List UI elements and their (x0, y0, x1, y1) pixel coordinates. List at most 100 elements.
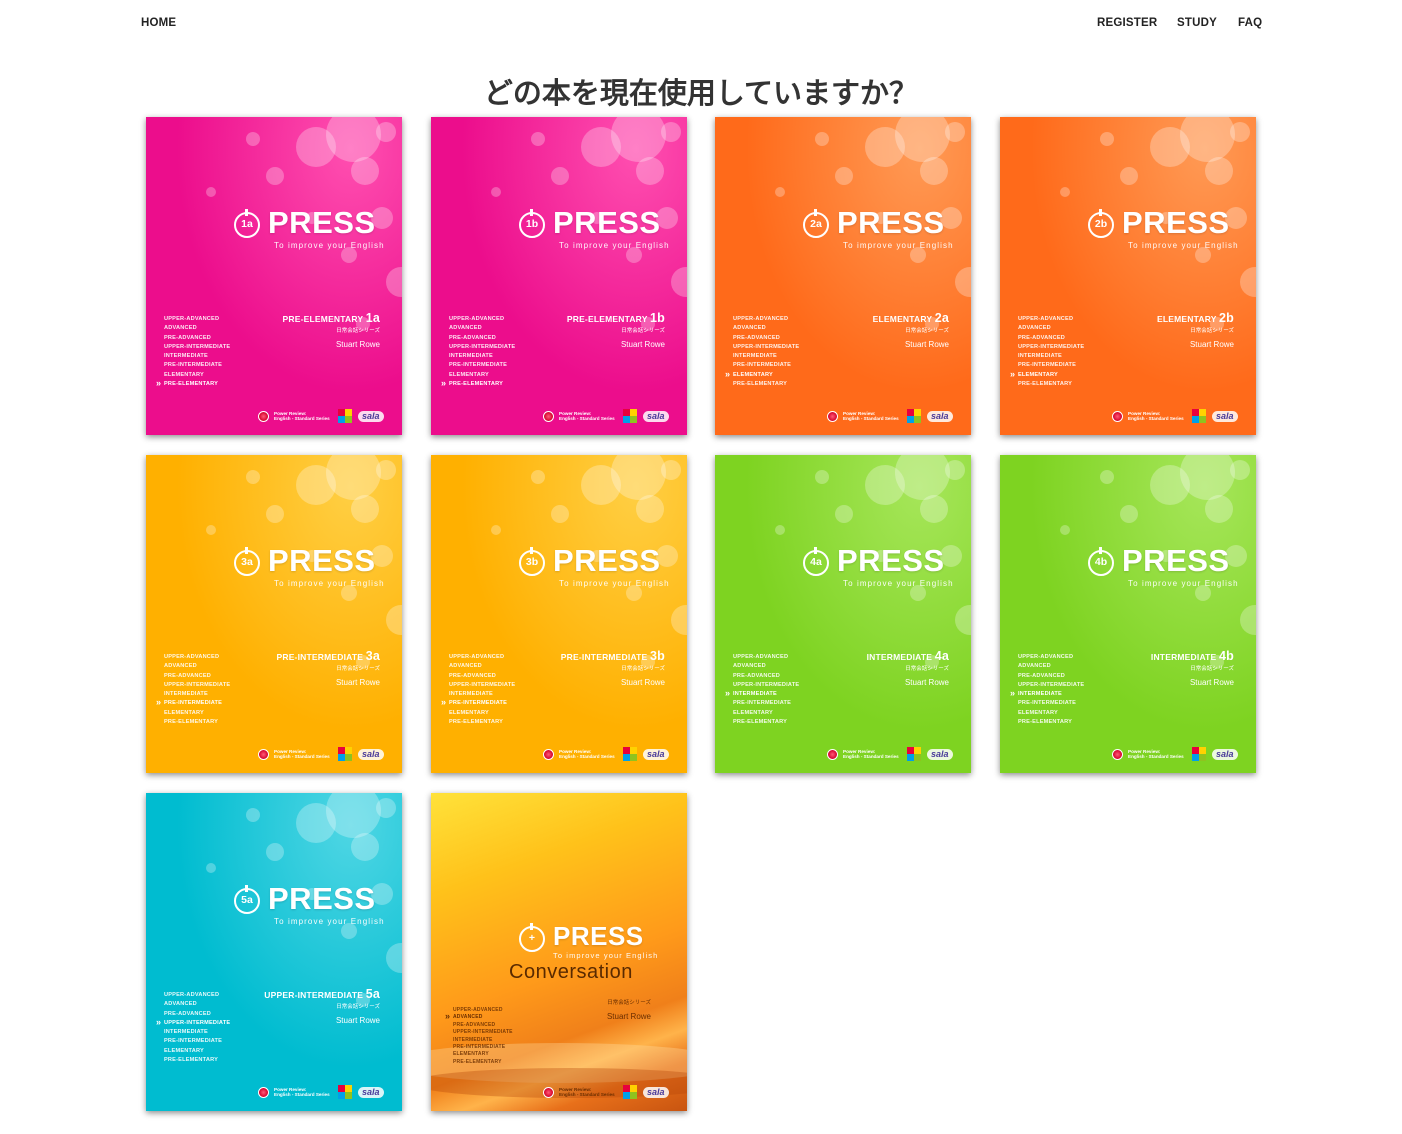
series-name: 日常会話シリーズ (336, 666, 380, 672)
squares-logo-tile (338, 1092, 345, 1099)
level-item: PRE-INTERMEDIATE (733, 362, 792, 369)
series-name: 日常会話シリーズ (1190, 328, 1234, 334)
level-item: ELEMENTARY (1018, 709, 1058, 716)
brand-name: PRESS (553, 921, 644, 951)
book-cover-3b[interactable]: 3b PRESS To improve your English UPPER-ADVA… (431, 455, 687, 773)
bokeh-circle (611, 455, 666, 500)
level-name-text: PRE-INTERMEDIATE (560, 652, 650, 662)
book-cover-1b[interactable]: 1b PRESS To improve your English UPPER-ADVA… (431, 117, 687, 435)
publisher-text: Power Review: English - Standard Series (274, 1087, 330, 1098)
brand-name: PRESS (268, 543, 376, 578)
squares-logo-tile (623, 409, 630, 416)
publisher-icon (258, 411, 269, 422)
level-item: PRE-ELEMENTARY (164, 1057, 219, 1064)
book-cover-2a[interactable]: 2a PRESS To improve your English UPPER-ADVA… (715, 117, 971, 435)
publisher-line-2: English - Standard Series (843, 416, 899, 422)
author-name: Stuart Rowe (1189, 678, 1234, 687)
book-cover-2b[interactable]: 2b PRESS To improve your English UPPER-ADVA… (1000, 117, 1256, 435)
publisher-line-2: English - Standard Series (1128, 416, 1184, 422)
squares-logo-icon (1192, 747, 1206, 761)
tagline: To improve your English (843, 579, 954, 588)
press-logo: 3a PRESS To improve your English (234, 543, 402, 595)
level-name: PRE-INTERMEDIATE 3a (276, 649, 380, 663)
power-icon: 1a (234, 209, 260, 238)
book-code: 1b (650, 311, 665, 325)
level-item: UPPER-ADVANCED (449, 316, 505, 322)
nav-register-link[interactable]: REGISTER (1097, 17, 1157, 29)
brand-name: PRESS (553, 205, 661, 240)
tagline: To improve your English (274, 917, 385, 926)
author-name: Stuart Rowe (620, 340, 665, 349)
level-item: UPPER-ADVANCED (164, 992, 220, 998)
series-name: 日常会話シリーズ (336, 328, 380, 334)
squares-logo-tile (914, 416, 921, 423)
level-item: ADVANCED (445, 1013, 513, 1021)
bokeh-circle (326, 117, 381, 162)
nav-study-link[interactable]: STUDY (1177, 17, 1217, 29)
bokeh-circle (835, 167, 853, 185)
squares-logo-icon (623, 1085, 637, 1099)
author-name: Stuart Rowe (335, 340, 380, 349)
level-item: PRE-ADVANCED (733, 672, 781, 679)
level-item: ELEMENTARY (1010, 370, 1084, 380)
level-item: ADVANCED (733, 325, 766, 332)
top-nav: HOME REGISTER STUDY FAQ (0, 0, 1402, 46)
bokeh-circle (1100, 470, 1114, 484)
level-item: ELEMENTARY (449, 371, 489, 378)
squares-logo-tile (623, 1092, 630, 1099)
power-icon: 1b (519, 209, 545, 238)
bokeh-circle (246, 808, 260, 822)
level-item: UPPER-ADVANCED (449, 654, 505, 660)
tagline: To improve your English (559, 241, 670, 250)
book-cover-4b[interactable]: 4b PRESS To improve your English UPPER-ADVA… (1000, 455, 1256, 773)
sala-logo: sala (358, 1087, 384, 1098)
level-name: PRE-ELEMENTARY 1b (567, 311, 665, 325)
squares-logo-tile (1192, 416, 1199, 423)
level-item: PRE-ELEMENTARY (164, 719, 219, 726)
squares-logo-tile (345, 1085, 352, 1092)
author-name: Stuart Rowe (904, 678, 949, 687)
book-cover-conversation[interactable]: + PRESS To improve your English Conversatio… (431, 793, 687, 1111)
sala-logo: sala (643, 411, 669, 422)
level-name: INTERMEDIATE 4a (867, 649, 949, 663)
press-logo: 2b PRESS To improve your English (1088, 205, 1256, 257)
bokeh-circle (1240, 267, 1256, 297)
level-item: UPPER-INTERMEDIATE (733, 681, 800, 688)
bokeh-circle (386, 943, 402, 973)
level-item: PRE-ADVANCED (1018, 334, 1066, 341)
bokeh-circle (1180, 117, 1235, 162)
bokeh-circle (266, 505, 284, 523)
level-item: PRE-ADVANCED (449, 334, 497, 341)
level-item: INTERMEDIATE (164, 353, 208, 360)
nav-faq-link[interactable]: FAQ (1238, 17, 1262, 29)
brand-name: PRESS (268, 205, 376, 240)
publisher-text: Power Review: English - Standard Series (1128, 749, 1184, 760)
press-logo: 3b PRESS To improve your English (519, 543, 687, 595)
nav-home-link[interactable]: HOME (141, 17, 176, 29)
level-list: UPPER-ADVANCED ADVANCED PRE-ADVANCED UPPER-… (1010, 315, 1084, 389)
level-item: PRE-ADVANCED (733, 334, 781, 341)
bokeh-circle (671, 605, 687, 635)
publisher-text: Power Review: English - Standard Series (559, 749, 615, 760)
bokeh-circle (815, 132, 829, 146)
level-item: UPPER-INTERMEDIATE (1018, 681, 1085, 688)
conversation-title: Conversation (509, 961, 633, 983)
publisher-text: Power Review: English - Standard Series (559, 411, 615, 422)
squares-logo-icon (1192, 409, 1206, 423)
bokeh-circle (945, 460, 965, 480)
book-cover-4a[interactable]: 4a PRESS To improve your English UPPER-ADVA… (715, 455, 971, 773)
level-name: PRE-INTERMEDIATE 3b (561, 649, 665, 663)
book-cover-3a[interactable]: 3a PRESS To improve your English UPPER-ADVA… (146, 455, 402, 773)
level-item: PRE-ELEMENTARY (733, 381, 788, 388)
level-list: UPPER-ADVANCED ADVANCED PRE-ADVANCED UPPER-… (725, 315, 799, 389)
tagline: To improve your English (559, 579, 670, 588)
book-cover-1a[interactable]: 1a PRESS To improve your English UPPER-ADVA… (146, 117, 402, 435)
sala-logo: sala (927, 749, 953, 760)
book-cover-5a[interactable]: 5a PRESS To improve your English UPPER-ADVA… (146, 793, 402, 1111)
level-item: UPPER-ADVANCED (164, 654, 220, 660)
level-item: ELEMENTARY (164, 709, 204, 716)
bokeh-circle (945, 122, 965, 142)
bokeh-circle (815, 470, 829, 484)
level-item: INTERMEDIATE (1018, 353, 1062, 360)
level-name-text: PRE-ELEMENTARY (282, 314, 366, 324)
